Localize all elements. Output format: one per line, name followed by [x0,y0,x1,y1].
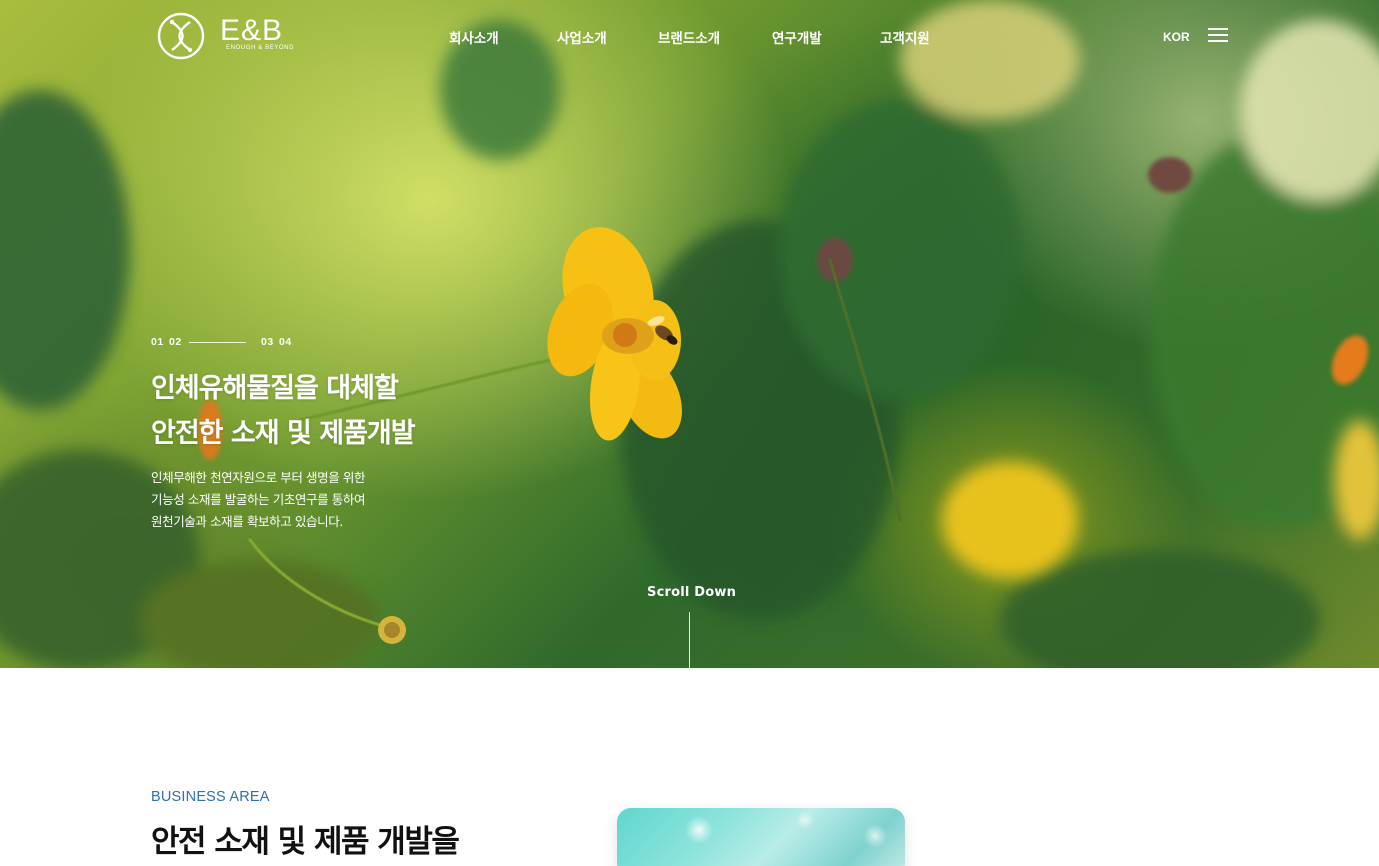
slide-pager-4[interactable]: 04 [279,336,292,348]
slide-pager: 01 02 03 04 [151,336,311,350]
scroll-down-line [689,612,690,668]
slide-pager-3[interactable]: 03 [261,336,274,348]
slide-pager-2[interactable]: 02 [169,336,182,348]
language-selector[interactable]: KOR [1163,30,1190,44]
site-header: E&B ENOUGH & BEYOND 회사소개 사업소개 브랜드소개 연구개발… [0,0,1379,72]
business-card-image[interactable] [617,808,905,866]
hero-headline-line-2: 안전한 소재 및 제품개발 [151,418,416,449]
hero-section [0,0,1379,668]
hamburger-menu-icon[interactable] [1208,27,1228,43]
scroll-down-button[interactable]: Scroll Down [647,585,736,600]
section-label: BUSINESS AREA [151,789,270,805]
slide-progress-line [189,342,246,343]
nav-item-support[interactable]: 고객지원 [880,27,930,47]
nav-item-research[interactable]: 연구개발 [772,27,822,47]
nav-item-business[interactable]: 사업소개 [557,27,607,47]
hero-description-line-3: 원천기술과 소재를 확보하고 있습니다. [151,514,343,529]
slide-pager-1[interactable]: 01 [151,336,164,348]
hero-description-line-1: 인체무해한 천연자원으로 부터 생명을 위한 [151,470,366,485]
hero-headline-line-1: 인체유해물질을 대체할 [151,373,399,404]
section-title: 안전 소재 및 제품 개발을 [151,824,460,860]
hero-description: 인체무해한 천연자원으로 부터 생명을 위한 기능성 소재를 발굴하는 기초연구… [151,467,366,533]
nav-item-brand[interactable]: 브랜드소개 [658,27,720,47]
hero-headline: 인체유해물질을 대체할 안전한 소재 및 제품개발 [151,366,416,456]
nav-item-company[interactable]: 회사소개 [449,27,499,47]
hero-description-line-2: 기능성 소재를 발굴하는 기초연구를 통하여 [151,492,366,507]
hero-background-image [0,0,1379,668]
